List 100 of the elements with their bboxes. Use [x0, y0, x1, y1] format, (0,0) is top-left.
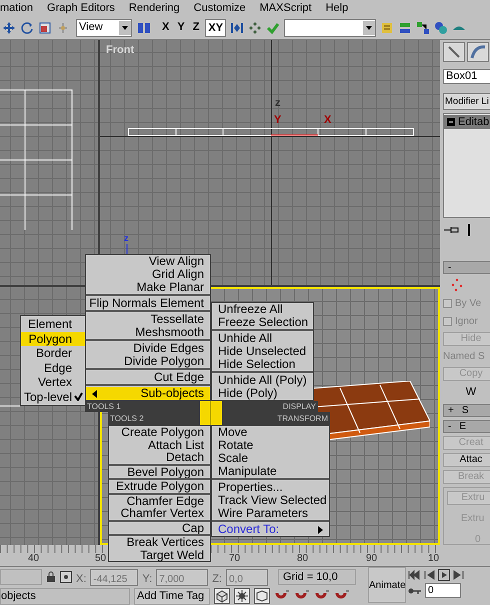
array-icon[interactable]: [248, 20, 262, 34]
scale-icon[interactable]: [38, 20, 52, 34]
quad-menu-header: TOOLS 1 DISPLAY: [85, 401, 318, 412]
box-icon[interactable]: [254, 588, 270, 604]
axis-button[interactable]: X: [160, 18, 172, 36]
box-wireframe-drawing[interactable]: [128, 128, 416, 136]
light-icon[interactable]: [234, 588, 250, 604]
rotate-icon[interactable]: [20, 20, 34, 34]
panel-button[interactable]: Attac: [443, 452, 490, 466]
cube-icon[interactable]: [214, 588, 230, 604]
menu-item[interactable]: Wire Parameters: [212, 507, 329, 520]
checkmark-icon[interactable]: [74, 392, 83, 402]
reference-dropdown[interactable]: View: [76, 18, 132, 36]
menu-item[interactable]: Freeze Selection: [212, 316, 313, 329]
menu-item[interactable]: Hide (Poly): [212, 387, 313, 400]
grid-size-readout: Grid = 10,0: [278, 569, 356, 585]
quad-menu-header: TOOLS 2 TRANSFORM: [108, 412, 330, 425]
menu-item[interactable]: Detach: [109, 451, 210, 464]
submenu-arrow-icon[interactable]: [92, 390, 97, 398]
menu-item[interactable]: Bevel Polygon: [109, 466, 210, 478]
object-name-field[interactable]: Box01: [443, 69, 490, 84]
menu-item[interactable]: Unfreeze All: [212, 303, 313, 316]
add-time-tag-button[interactable]: Add Time Tag: [134, 588, 210, 604]
menu-item[interactable]: Manipulate: [212, 465, 329, 478]
submenu-item[interactable]: Polygon: [21, 332, 85, 346]
go-to-start-icon[interactable]: [408, 569, 420, 581]
schematic-icon[interactable]: [416, 20, 430, 34]
menu-item[interactable]: Properties...: [212, 481, 329, 494]
modifier-list-dropdown[interactable]: Modifier Li: [443, 93, 490, 110]
material-icon[interactable]: [434, 20, 448, 34]
menu-item[interactable]: Scale: [212, 452, 329, 465]
menu-item[interactable]: Rendering: [128, 1, 180, 15]
menu-item[interactable]: Track View Selected: [212, 494, 329, 507]
ruler-label: 50: [95, 553, 106, 565]
ruler-label: 70: [229, 553, 240, 565]
menu-item[interactable]: mation: [0, 1, 34, 15]
viewport[interactable]: [0, 40, 98, 285]
animate-button[interactable]: Animate: [368, 567, 406, 603]
selection-set-dropdown[interactable]: [284, 18, 376, 36]
mirror-icon[interactable]: [230, 20, 244, 34]
ruler-label: 10: [428, 553, 440, 565]
ruler-label: 80: [297, 553, 308, 565]
select-tab-icon[interactable]: [443, 42, 465, 62]
modify-tab-icon[interactable]: [467, 42, 489, 62]
menu-item[interactable]: Chamfer Vertex: [109, 507, 210, 520]
key-icon[interactable]: [408, 586, 422, 594]
menu-item[interactable]: Cut Edge: [86, 371, 210, 384]
menu-item[interactable]: Move: [212, 426, 329, 439]
collapse-icon[interactable]: [447, 118, 455, 126]
previous-frame-icon[interactable]: [423, 569, 435, 581]
axis-label: Y: [274, 115, 282, 125]
submenu-item[interactable]: Top-level: [21, 390, 85, 404]
menu-item[interactable]: Divide Edges: [86, 342, 210, 355]
next-frame-icon[interactable]: [453, 569, 465, 581]
panel-label: W: [464, 385, 478, 400]
submenu-item[interactable]: Border: [21, 346, 85, 360]
axis-label: z: [124, 233, 128, 243]
modifier-stack[interactable]: Editab: [443, 113, 490, 218]
absolute-mode-icon[interactable]: [60, 571, 72, 583]
axis-button[interactable]: Z: [190, 18, 202, 36]
menu-item[interactable]: Convert To:: [212, 523, 329, 536]
show-result-icon[interactable]: [467, 224, 471, 236]
menu-item[interactable]: Sub-objects: [86, 387, 210, 400]
axis-button[interactable]: Y: [175, 18, 187, 36]
axis-button[interactable]: XY: [205, 18, 226, 36]
rollout-header[interactable]: + S: [443, 404, 490, 416]
menu-item[interactable]: Chamfer Edge: [109, 494, 210, 507]
rollout-header[interactable]: - E: [443, 420, 490, 432]
menu-item[interactable]: Cap: [109, 522, 210, 534]
current-frame-field[interactable]: 0: [425, 583, 461, 598]
menu-item[interactable]: Customize: [194, 1, 246, 15]
menu-item[interactable]: Hide Unselected: [212, 345, 313, 358]
submenu-item[interactable]: Edge: [21, 360, 85, 375]
submenu-item[interactable]: Element: [21, 317, 85, 332]
ruler-label: 90: [366, 553, 378, 565]
submenu-item[interactable]: Vertex: [21, 375, 85, 390]
menu-item[interactable]: Tessellate: [86, 313, 210, 326]
menu-item[interactable]: Flip Normals Element: [86, 297, 210, 310]
menu-item[interactable]: Meshsmooth: [86, 326, 210, 339]
menu-item[interactable]: Unhide All (Poly): [212, 374, 313, 387]
menu-item[interactable]: Divide Polygon: [86, 355, 210, 368]
pin-icon[interactable]: [443, 225, 461, 235]
menu-item[interactable]: Hide Selection: [212, 358, 313, 371]
menu-item[interactable]: Target Weld: [109, 548, 210, 561]
lock-icon[interactable]: [46, 571, 56, 583]
stack-item[interactable]: Editab: [444, 115, 490, 129]
submenu-arrow-icon[interactable]: [318, 526, 323, 534]
menu-item[interactable]: Rotate: [212, 439, 329, 452]
play-icon[interactable]: [438, 569, 450, 581]
menu-item[interactable]: MAXScript: [260, 1, 312, 15]
menu-item[interactable]: Attach List: [109, 438, 210, 451]
menu-item[interactable]: Unhide All: [212, 332, 313, 345]
menu-item[interactable]: Create Polygon: [109, 426, 210, 438]
wireframe-line[interactable]: [0, 405, 20, 407]
move-icon[interactable]: [2, 20, 16, 34]
named-selections-label: Named S: [443, 350, 486, 364]
rollout-header[interactable]: -: [443, 261, 490, 274]
menu-item[interactable]: Extrude Polygon: [109, 480, 210, 492]
menu-item[interactable]: Graph Editors: [47, 1, 115, 15]
menu-item[interactable]: Help: [326, 1, 348, 15]
